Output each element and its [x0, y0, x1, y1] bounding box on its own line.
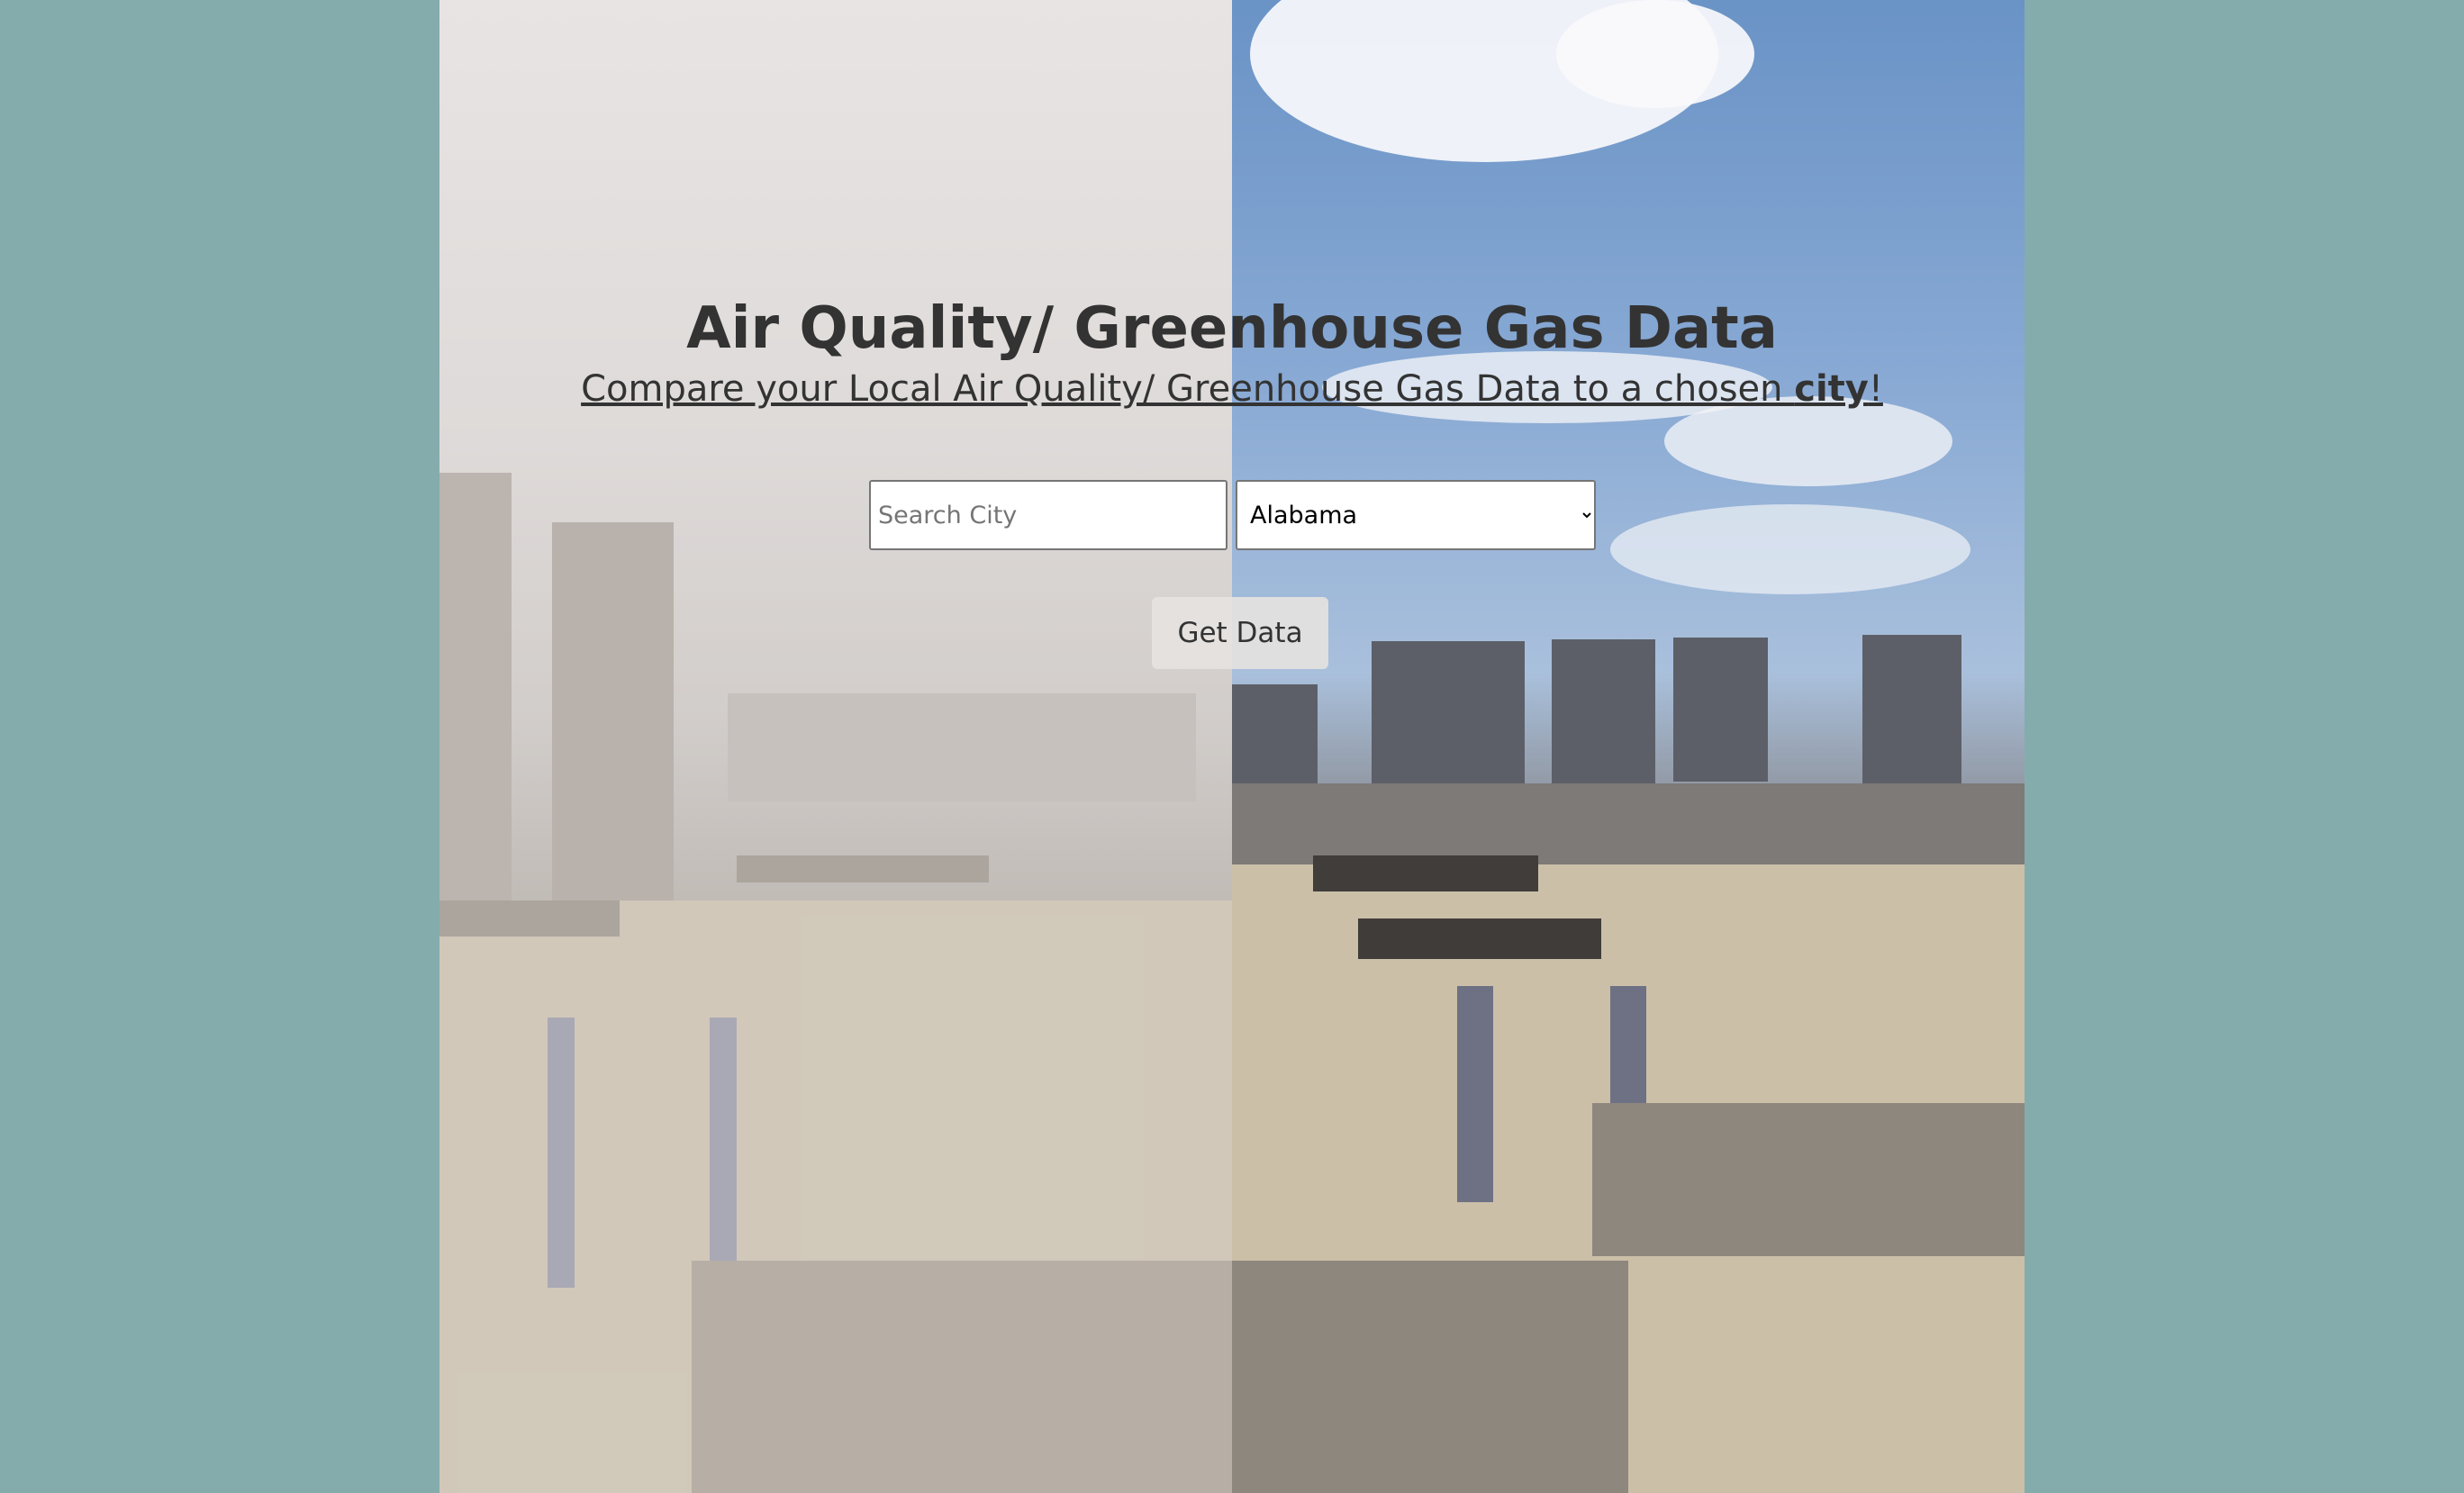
get-data-button[interactable]: Get Data — [1152, 597, 1328, 669]
page-title: Air Quality/ Greenhouse Gas Data — [686, 295, 1778, 362]
subtitle-emphasis: city — [1794, 368, 1869, 410]
search-city-input[interactable] — [869, 480, 1227, 550]
page-subtitle: Compare your Local Air Quality/ Greenhou… — [0, 362, 2464, 416]
subtitle-end: ! — [1868, 368, 1883, 410]
subtitle-text: Compare your Local Air Quality/ Greenhou… — [581, 368, 1795, 410]
main-content: Air Quality/ Greenhouse Gas Data Compare… — [0, 0, 2464, 1493]
state-select[interactable]: Alabama — [1236, 480, 1596, 550]
